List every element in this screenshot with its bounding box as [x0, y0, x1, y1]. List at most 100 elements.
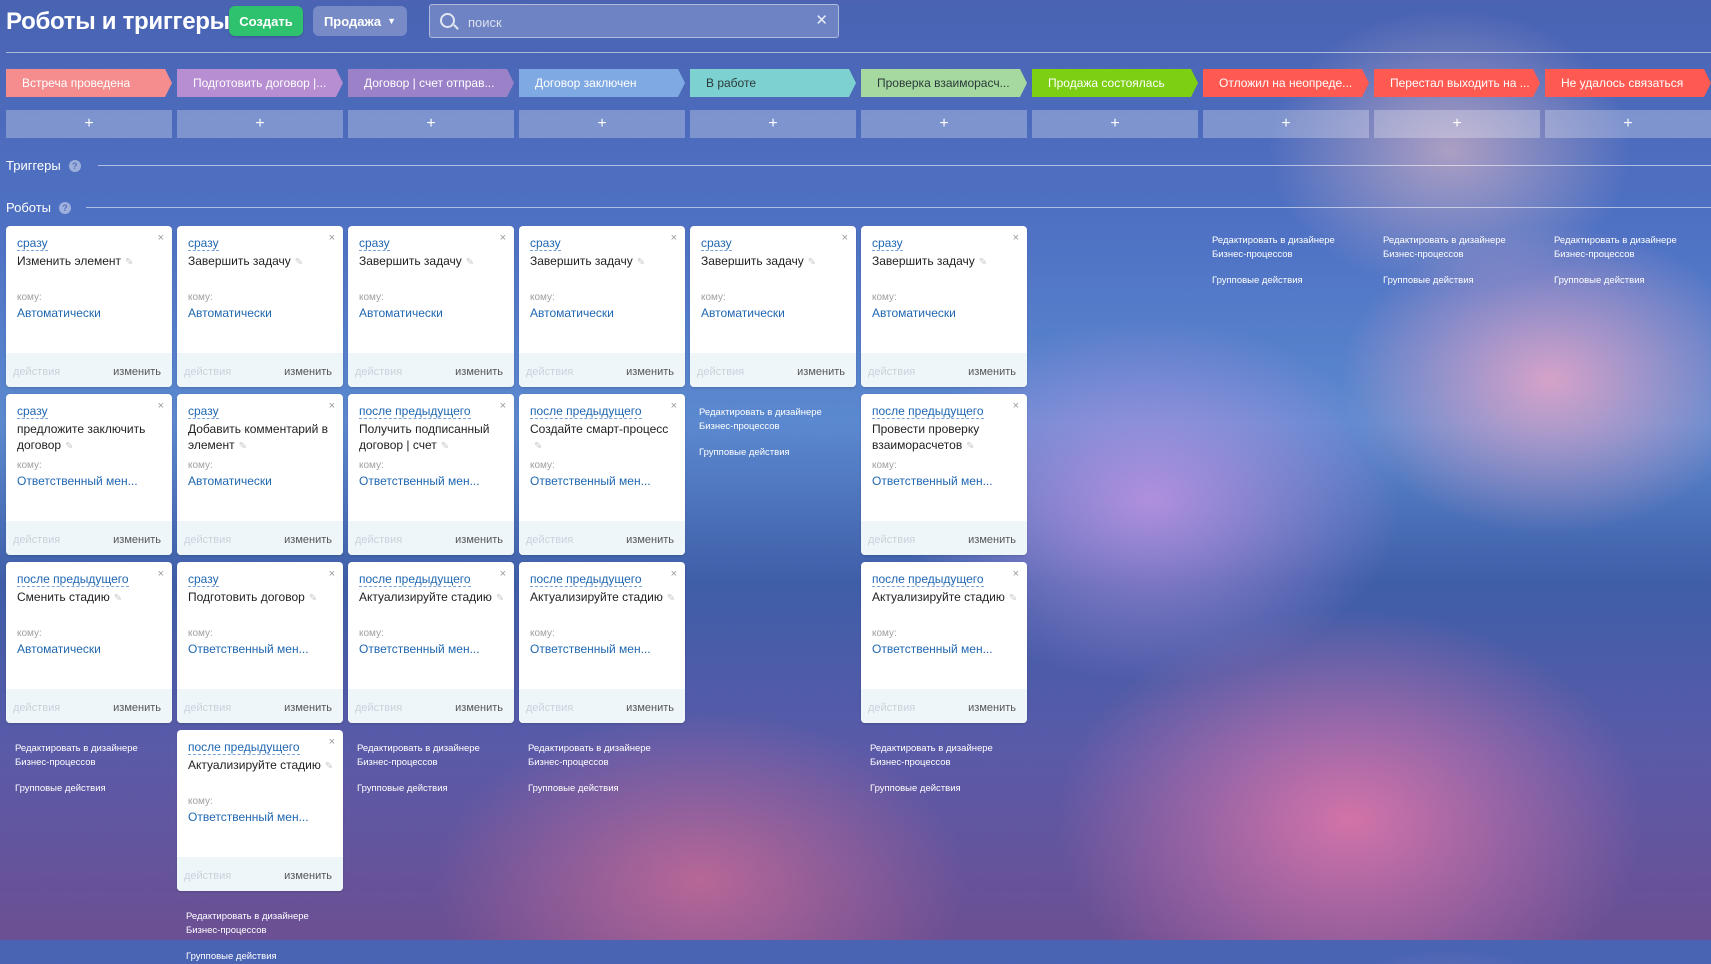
group-actions-link[interactable]: Групповые действия: [15, 782, 165, 796]
stage-header[interactable]: Не удалось связаться: [1545, 69, 1711, 97]
category-dropdown[interactable]: Продажа ▼: [313, 6, 407, 36]
stage-header[interactable]: Перестал выходить на ...: [1374, 69, 1540, 97]
assignee-link[interactable]: Ответственный мен...: [359, 642, 504, 656]
close-icon[interactable]: ×: [671, 232, 677, 244]
pencil-icon[interactable]: ✎: [496, 591, 504, 607]
edit-link[interactable]: изменить: [284, 534, 332, 546]
search-box[interactable]: ✕: [429, 4, 839, 38]
robot-delay-link[interactable]: сразу: [872, 236, 903, 251]
edit-link[interactable]: изменить: [284, 702, 332, 714]
edit-link[interactable]: изменить: [284, 366, 332, 378]
search-input[interactable]: [466, 12, 790, 32]
group-actions-link[interactable]: Групповые действия: [1554, 274, 1704, 288]
assignee-link[interactable]: Автоматически: [359, 306, 504, 320]
assignee-link[interactable]: Ответственный мен...: [188, 810, 333, 824]
stage-header[interactable]: Договор заключен: [519, 69, 685, 97]
stage-header[interactable]: Продажа состоялась: [1032, 69, 1198, 97]
assignee-link[interactable]: Автоматически: [701, 306, 846, 320]
edit-link[interactable]: изменить: [626, 702, 674, 714]
robot-delay-link[interactable]: сразу: [188, 572, 219, 587]
close-icon[interactable]: ×: [500, 568, 506, 580]
stage-header[interactable]: Встреча проведена: [6, 69, 172, 97]
group-actions-link[interactable]: Групповые действия: [699, 446, 849, 460]
bp-designer-link[interactable]: Редактировать в дизайнере Бизнес-процесс…: [1383, 234, 1533, 262]
robot-card[interactable]: сразу × Завершить задачу ✎ кому: Автоматическ…: [690, 226, 856, 387]
pencil-icon[interactable]: ✎: [966, 439, 974, 455]
robot-card[interactable]: после предыдущего × Актуализируйте стадию ✎…: [519, 562, 685, 723]
add-robot-button[interactable]: +: [690, 110, 856, 138]
edit-link[interactable]: изменить: [626, 366, 674, 378]
edit-link[interactable]: изменить: [968, 534, 1016, 546]
robot-delay-link[interactable]: сразу: [188, 404, 219, 419]
edit-link[interactable]: изменить: [113, 702, 161, 714]
edit-link[interactable]: изменить: [455, 702, 503, 714]
close-icon[interactable]: ×: [329, 232, 335, 244]
robot-card[interactable]: после предыдущего × Актуализируйте стадию ✎…: [861, 562, 1027, 723]
edit-link[interactable]: изменить: [113, 534, 161, 546]
group-actions-link[interactable]: Групповые действия: [1383, 274, 1533, 288]
robot-delay-link[interactable]: сразу: [359, 236, 390, 251]
edit-link[interactable]: изменить: [968, 366, 1016, 378]
add-robot-button[interactable]: +: [1545, 110, 1711, 138]
pencil-icon[interactable]: ✎: [466, 255, 474, 271]
add-robot-button[interactable]: +: [6, 110, 172, 138]
robot-card[interactable]: сразу × Изменить элемент ✎ кому: Автоматическ…: [6, 226, 172, 387]
assignee-link[interactable]: Ответственный мен...: [530, 474, 675, 488]
group-actions-link[interactable]: Групповые действия: [528, 782, 678, 796]
robot-card[interactable]: сразу × Завершить задачу ✎ кому: Автоматическ…: [519, 226, 685, 387]
assignee-link[interactable]: Ответственный мен...: [17, 474, 162, 488]
robot-delay-link[interactable]: сразу: [530, 236, 561, 251]
close-icon[interactable]: ×: [158, 400, 164, 412]
bp-designer-link[interactable]: Редактировать в дизайнере Бизнес-процесс…: [870, 742, 1020, 770]
close-icon[interactable]: ×: [842, 232, 848, 244]
pencil-icon[interactable]: ✎: [667, 591, 675, 607]
pencil-icon[interactable]: ✎: [239, 439, 247, 455]
close-icon[interactable]: ×: [329, 736, 335, 748]
close-icon[interactable]: ×: [500, 232, 506, 244]
group-actions-link[interactable]: Групповые действия: [186, 950, 336, 964]
pencil-icon[interactable]: ✎: [125, 255, 133, 271]
pencil-icon[interactable]: ✎: [1009, 591, 1017, 607]
robot-delay-link[interactable]: сразу: [701, 236, 732, 251]
close-icon[interactable]: ×: [1013, 400, 1019, 412]
bp-designer-link[interactable]: Редактировать в дизайнере Бизнес-процесс…: [699, 406, 849, 434]
edit-link[interactable]: изменить: [113, 366, 161, 378]
pencil-icon[interactable]: ✎: [309, 591, 317, 607]
bp-designer-link[interactable]: Редактировать в дизайнере Бизнес-процесс…: [1212, 234, 1362, 262]
close-icon[interactable]: ×: [329, 568, 335, 580]
close-icon[interactable]: ×: [158, 568, 164, 580]
robot-card[interactable]: сразу × Подготовить договор ✎ кому: Ответстве…: [177, 562, 343, 723]
pencil-icon[interactable]: ✎: [295, 255, 303, 271]
robot-card[interactable]: сразу × Завершить задачу ✎ кому: Автоматическ…: [861, 226, 1027, 387]
robot-delay-link[interactable]: сразу: [17, 236, 48, 251]
close-icon[interactable]: ×: [158, 232, 164, 244]
bp-designer-link[interactable]: Редактировать в дизайнере Бизнес-процесс…: [186, 910, 336, 938]
robot-delay-link[interactable]: после предыдущего: [530, 572, 642, 587]
close-icon[interactable]: ×: [671, 400, 677, 412]
assignee-link[interactable]: Ответственный мен...: [359, 474, 504, 488]
robot-card[interactable]: после предыдущего × Создайте смарт-процесс…: [519, 394, 685, 555]
robot-card[interactable]: после предыдущего × Актуализируйте стадию ✎…: [348, 562, 514, 723]
edit-link[interactable]: изменить: [797, 366, 845, 378]
close-icon[interactable]: ×: [1013, 232, 1019, 244]
pencil-icon[interactable]: ✎: [637, 255, 645, 271]
group-actions-link[interactable]: Групповые действия: [357, 782, 507, 796]
pencil-icon[interactable]: ✎: [441, 439, 449, 455]
assignee-link[interactable]: Автоматически: [872, 306, 1017, 320]
close-icon[interactable]: ×: [1013, 568, 1019, 580]
robot-card[interactable]: сразу × Добавить комментарий в элемент ✎ ком…: [177, 394, 343, 555]
assignee-link[interactable]: Ответственный мен...: [872, 474, 1017, 488]
assignee-link[interactable]: Автоматически: [17, 642, 162, 656]
robot-card[interactable]: после предыдущего × Актуализируйте стадию ✎…: [177, 730, 343, 891]
robot-card[interactable]: после предыдущего × Получить подписанный д…: [348, 394, 514, 555]
add-robot-button[interactable]: +: [861, 110, 1027, 138]
add-robot-button[interactable]: +: [177, 110, 343, 138]
bp-designer-link[interactable]: Редактировать в дизайнере Бизнес-процесс…: [15, 742, 165, 770]
edit-link[interactable]: изменить: [455, 534, 503, 546]
add-robot-button[interactable]: +: [519, 110, 685, 138]
close-icon[interactable]: ×: [329, 400, 335, 412]
robot-delay-link[interactable]: после предыдущего: [359, 404, 471, 419]
bp-designer-link[interactable]: Редактировать в дизайнере Бизнес-процесс…: [1554, 234, 1704, 262]
pencil-icon[interactable]: ✎: [534, 439, 542, 455]
assignee-link[interactable]: Автоматически: [188, 474, 333, 488]
